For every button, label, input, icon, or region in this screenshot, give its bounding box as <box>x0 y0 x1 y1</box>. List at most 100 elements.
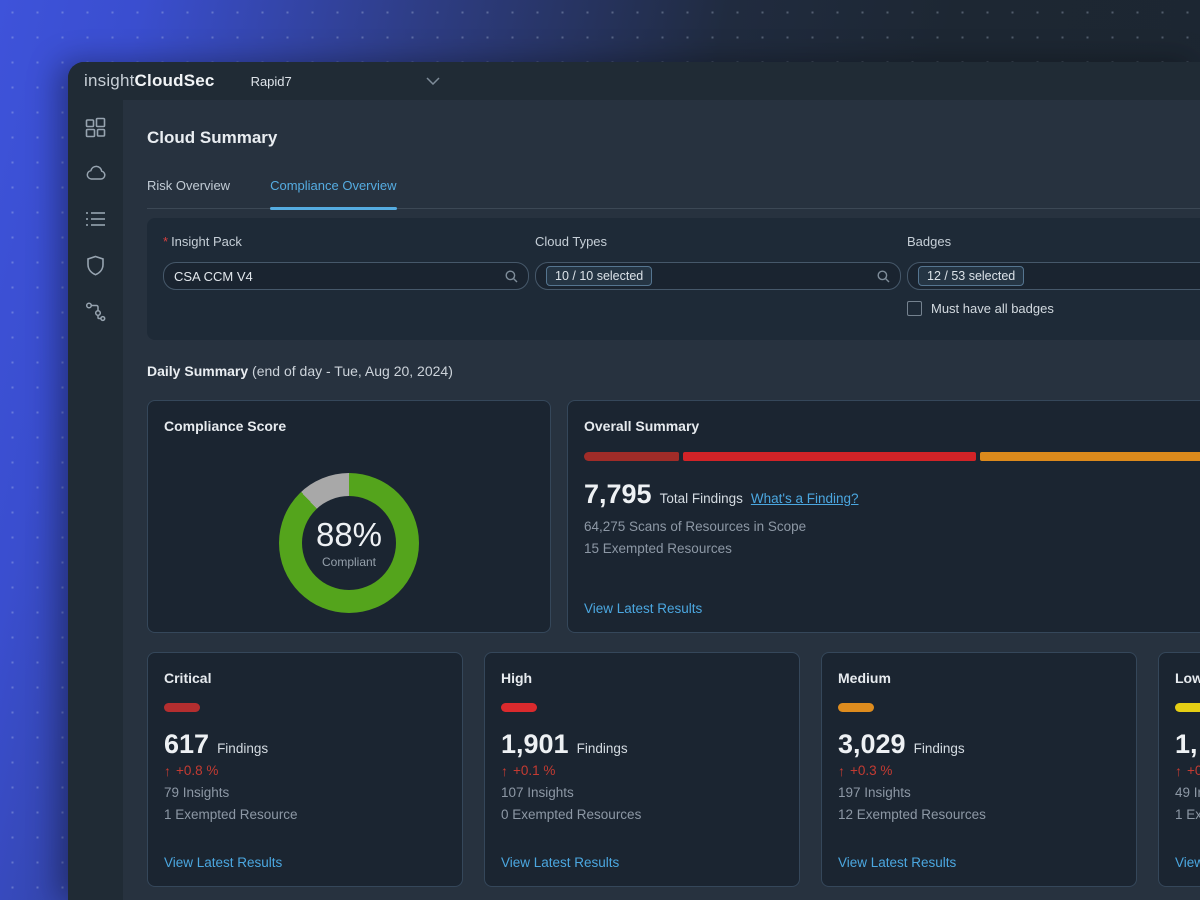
medium-card: Medium 3,029 Findings ↑ +0.3 % 197 Insig… <box>821 652 1137 887</box>
exempted-count: 1 Exempted Resource <box>1175 806 1200 824</box>
badges-label: Badges <box>907 234 1200 250</box>
page-title: Cloud Summary <box>147 128 1200 148</box>
severity-distribution-bar <box>584 452 1200 461</box>
severity-title: High <box>501 669 783 687</box>
findings-label: Findings <box>914 741 965 756</box>
sidebar <box>68 100 123 900</box>
insight-pack-label: *Insight Pack <box>163 234 529 250</box>
insights-count: 79 Insights <box>164 784 446 802</box>
view-latest-results-link[interactable]: View Latest Results <box>838 855 1120 870</box>
cloud-types-label: Cloud Types <box>535 234 901 250</box>
cloud-icon[interactable] <box>85 162 107 184</box>
bar-segment-medium <box>980 452 1200 461</box>
compliance-score-card: Compliance Score 88% Compliant <box>147 400 551 633</box>
workflow-icon[interactable] <box>85 300 107 322</box>
badges-field: Badges 12 / 53 selected Must have all ba… <box>907 234 1200 316</box>
required-asterisk: * <box>163 234 168 249</box>
low-card: Low 1, Findings ↑ +0 49 Insights 1 Exemp… <box>1158 652 1200 887</box>
change-row: ↑ +0 <box>1175 762 1200 780</box>
critical-card: Critical 617 Findings ↑ +0.8 % 79 Insigh… <box>147 652 463 887</box>
insight-pack-value: CSA CCM V4 <box>174 269 253 284</box>
org-selector[interactable] <box>426 77 440 85</box>
findings-value: 1, <box>1175 728 1198 760</box>
exempted-count: 0 Exempted Resources <box>501 806 783 824</box>
main-content: Cloud Summary Risk Overview Compliance O… <box>123 100 1200 900</box>
severity-pill <box>838 703 874 712</box>
total-findings-value: 7,795 <box>584 478 652 510</box>
insight-pack-field: *Insight Pack CSA CCM V4 <box>163 234 529 316</box>
findings-label: Findings <box>217 741 268 756</box>
severity-title: Low <box>1175 669 1200 687</box>
view-latest-results-link[interactable]: View Latest Results <box>584 601 1200 616</box>
cloud-types-chip[interactable]: 10 / 10 selected <box>546 266 652 286</box>
chevron-down-icon <box>426 77 440 85</box>
filter-panel: *Insight Pack CSA CCM V4 Cloud Types 10 … <box>147 218 1200 340</box>
change-value: +0 <box>1187 762 1200 780</box>
overall-summary-title: Overall Summary <box>584 417 1200 435</box>
logo-insight: insight <box>84 71 135 90</box>
findings-value: 1,901 <box>501 728 569 760</box>
arrow-up-icon: ↑ <box>164 764 171 778</box>
severity-pill <box>1175 703 1200 712</box>
exempted-count: 1 Exempted Resource <box>164 806 446 824</box>
badges-chip[interactable]: 12 / 53 selected <box>918 266 1024 286</box>
compliance-percent: 88% <box>316 517 382 553</box>
arrow-up-icon: ↑ <box>1175 764 1182 778</box>
tab-risk-overview[interactable]: Risk Overview <box>147 178 230 208</box>
logo-cloudsec: CloudSec <box>135 71 215 90</box>
whats-a-finding-link[interactable]: What's a Finding? <box>751 491 859 506</box>
tab-compliance-overview[interactable]: Compliance Overview <box>270 178 396 208</box>
arrow-up-icon: ↑ <box>501 764 508 778</box>
search-icon <box>877 270 890 283</box>
change-value: +0.3 % <box>850 762 892 780</box>
search-icon <box>505 270 518 283</box>
cloud-types-input[interactable]: 10 / 10 selected <box>535 262 901 290</box>
bar-segment-high <box>683 452 976 461</box>
must-have-all-badges-label: Must have all badges <box>931 301 1054 316</box>
change-value: +0.1 % <box>513 762 555 780</box>
exempted-resources: 15 Exempted Resources <box>584 540 1200 558</box>
change-value: +0.8 % <box>176 762 218 780</box>
insights-count: 197 Insights <box>838 784 1120 802</box>
daily-summary-heading: Daily Summary (end of day - Tue, Aug 20,… <box>147 362 1200 380</box>
severity-title: Medium <box>838 669 1120 687</box>
insights-count: 49 Insights <box>1175 784 1200 802</box>
severity-title: Critical <box>164 669 446 687</box>
findings-label: Findings <box>577 741 628 756</box>
severity-pill <box>501 703 537 712</box>
scans-in-scope: 64,275 Scans of Resources in Scope <box>584 518 1200 536</box>
bar-segment-critical <box>584 452 679 461</box>
change-row: ↑ +0.8 % <box>164 762 446 780</box>
badges-input[interactable]: 12 / 53 selected <box>907 262 1200 290</box>
overall-summary-card: Overall Summary 7,795 Total Findings Wha… <box>567 400 1200 633</box>
compliance-score-title: Compliance Score <box>164 417 534 435</box>
high-card: High 1,901 Findings ↑ +0.1 % 107 Insight… <box>484 652 800 887</box>
daily-summary-subtitle: (end of day - Tue, Aug 20, 2024) <box>248 363 453 379</box>
change-row: ↑ +0.3 % <box>838 762 1120 780</box>
findings-value: 3,029 <box>838 728 906 760</box>
arrow-up-icon: ↑ <box>838 764 845 778</box>
title-bar: insightCloudSec Rapid7 <box>68 62 1200 100</box>
must-have-all-badges-row: Must have all badges <box>907 301 1200 316</box>
insight-pack-input[interactable]: CSA CCM V4 <box>163 262 529 290</box>
shield-icon[interactable] <box>85 254 107 276</box>
daily-summary-title: Daily Summary <box>147 363 248 379</box>
view-latest-results-link[interactable]: View Latest Results <box>164 855 446 870</box>
severity-pill <box>164 703 200 712</box>
app-window: insightCloudSec Rapid7 <box>68 62 1200 900</box>
exempted-count: 12 Exempted Resources <box>838 806 1120 824</box>
org-name: Rapid7 <box>251 74 292 89</box>
list-icon[interactable] <box>85 208 107 230</box>
compliance-donut-chart: 88% Compliant <box>279 473 419 613</box>
view-latest-results-link[interactable]: View Latest Results <box>501 855 783 870</box>
cloud-types-field: Cloud Types 10 / 10 selected <box>535 234 901 316</box>
must-have-all-badges-checkbox[interactable] <box>907 301 922 316</box>
change-row: ↑ +0.1 % <box>501 762 783 780</box>
dashboard-icon[interactable] <box>85 116 107 138</box>
compliance-caption: Compliant <box>322 554 376 570</box>
findings-value: 617 <box>164 728 209 760</box>
insights-count: 107 Insights <box>501 784 783 802</box>
view-latest-results-link[interactable]: View Latest Results <box>1175 855 1200 870</box>
app-logo: insightCloudSec <box>84 71 215 91</box>
tab-bar: Risk Overview Compliance Overview <box>147 178 1200 209</box>
